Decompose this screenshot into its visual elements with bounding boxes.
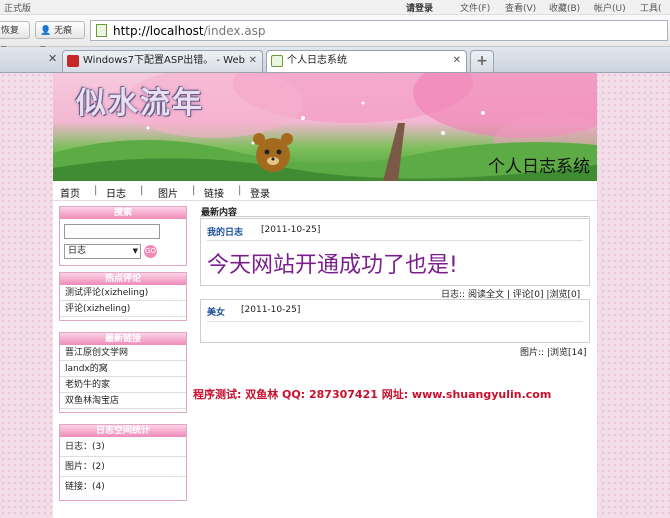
nav-separator: | bbox=[238, 185, 242, 196]
credits-line: 程序测试: 双鱼林 QQ: 287307421 网址: www.shuangyu… bbox=[193, 388, 552, 401]
tab-close-icon[interactable]: ✕ bbox=[48, 52, 57, 65]
post-body: 今天网站开通成功了也是! bbox=[207, 253, 458, 278]
csdn-icon bbox=[67, 55, 79, 67]
nav-separator: | bbox=[192, 185, 196, 196]
close-icon[interactable]: ✕ bbox=[249, 51, 257, 71]
post-category-link[interactable]: 美女 bbox=[207, 305, 225, 318]
page-icon bbox=[271, 55, 283, 67]
restore-label: 恢复 bbox=[1, 26, 20, 36]
comment-item[interactable]: 测试评论(xizheling) bbox=[60, 285, 186, 301]
search-box-title: 搜索 bbox=[60, 207, 186, 219]
menu-file[interactable]: 文件(F) bbox=[460, 1, 490, 14]
post-card: 我的日志 [2011-10-25] 今天网站开通成功了也是! bbox=[200, 218, 590, 286]
post-date: [2011-10-25] bbox=[241, 305, 301, 315]
nav-login[interactable]: 登录 bbox=[250, 185, 270, 200]
latest-links-box: 最新链接 晋江原创文学网 landx的窝 老奶牛的家 双鱼林淘宝店 bbox=[59, 332, 187, 413]
tab-bar: ✕ Windows7下配置ASP出错。 - Web ... ✕ 个人日志系统 ✕… bbox=[0, 47, 670, 73]
hot-comments-box: 热点评论 测试评论(xizheling) 评论(xizheling) bbox=[59, 272, 187, 321]
page-icon bbox=[96, 24, 107, 37]
nav-separator: | bbox=[140, 185, 144, 196]
browser-menu-bar: 正式版 请登录 文件(F) 查看(V) 收藏(B) 帐户(U) 工具( bbox=[0, 0, 670, 15]
post-footer: 图片:: |浏览[14] bbox=[520, 345, 586, 358]
menu-account[interactable]: 帐户(U) bbox=[594, 1, 626, 14]
site-nav: 首页 | 日志 | 图片 | 链接 | 登录 bbox=[53, 182, 597, 201]
restore-button[interactable]: 恢复 ▼ bbox=[0, 21, 30, 53]
chevron-down-icon: ▼ bbox=[132, 247, 138, 255]
address-bar[interactable]: http://localhost/index.asp bbox=[90, 20, 668, 41]
tab-label: 个人日志系统 bbox=[287, 55, 347, 66]
menu-favorites[interactable]: 收藏(B) bbox=[549, 1, 580, 14]
nav-blog[interactable]: 日志 bbox=[106, 185, 126, 200]
stats-item: 链接：(4) bbox=[65, 482, 105, 492]
link-item[interactable]: landx的窝 bbox=[60, 361, 186, 377]
traceless-label: 无痕 bbox=[54, 26, 73, 36]
divider bbox=[207, 321, 583, 322]
nav-separator: | bbox=[94, 185, 98, 196]
menu-tools[interactable]: 工具( bbox=[640, 1, 662, 14]
browser-nav-bar: 恢复 ▼ 👤 无痕 ▼ http://localhost/index.asp bbox=[0, 15, 670, 53]
menu-view[interactable]: 查看(V) bbox=[505, 1, 536, 14]
site-logo: 似水流年 bbox=[76, 86, 204, 121]
search-type-value: 日志 bbox=[68, 246, 87, 256]
stats-item: 图片：(2) bbox=[60, 457, 186, 477]
divider bbox=[207, 240, 583, 241]
link-item[interactable]: 晋江原创文学网 bbox=[60, 345, 186, 361]
tab-windows7-asp[interactable]: Windows7下配置ASP出错。 - Web ... ✕ bbox=[62, 50, 263, 72]
post-date: [2011-10-25] bbox=[261, 225, 321, 235]
link-item[interactable]: 老奶牛的家 bbox=[60, 377, 186, 393]
search-go-button[interactable]: GO bbox=[144, 245, 157, 258]
close-icon[interactable]: ✕ bbox=[453, 51, 461, 71]
views-count: 浏览[14] bbox=[550, 348, 587, 358]
post-type-label: 图片:: bbox=[520, 348, 545, 358]
traceless-button[interactable]: 👤 无痕 ▼ bbox=[35, 21, 85, 53]
search-input[interactable] bbox=[64, 224, 160, 239]
tab-blog-system[interactable]: 个人日志系统 ✕ bbox=[266, 50, 467, 72]
address-url[interactable]: http://localhost/index.asp bbox=[113, 24, 266, 38]
nav-home[interactable]: 首页 bbox=[60, 185, 80, 200]
hot-comments-title: 热点评论 bbox=[60, 273, 186, 285]
post-card: 美女 [2011-10-25] bbox=[200, 299, 590, 343]
site-title: 个人日志系统 bbox=[488, 157, 590, 177]
edition-label: 正式版 bbox=[4, 4, 32, 14]
nav-links[interactable]: 链接 bbox=[204, 185, 224, 200]
stats-box: 日志空间统计 日志：(3) 图片：(2) 链接：(4) bbox=[59, 424, 187, 501]
login-link[interactable]: 请登录 bbox=[406, 1, 433, 14]
comment-item[interactable]: 评论(xizheling) bbox=[60, 301, 186, 317]
search-box: 搜索 日志 ▼ GO bbox=[59, 206, 187, 266]
link-item[interactable]: 双鱼林淘宝店 bbox=[60, 393, 186, 409]
divider bbox=[200, 216, 590, 217]
stats-item: 日志：(3) bbox=[60, 437, 186, 457]
incognito-icon: 👤 bbox=[40, 26, 52, 36]
stats-title: 日志空间统计 bbox=[60, 425, 186, 437]
tab-label: Windows7下配置ASP出错。 - Web ... bbox=[83, 55, 245, 66]
post-category-link[interactable]: 我的日志 bbox=[207, 225, 243, 238]
new-tab-button[interactable]: + bbox=[470, 50, 494, 72]
search-type-select[interactable]: 日志 ▼ bbox=[64, 244, 141, 259]
nav-photos[interactable]: 图片 bbox=[158, 185, 178, 200]
latest-links-title: 最新链接 bbox=[60, 333, 186, 345]
